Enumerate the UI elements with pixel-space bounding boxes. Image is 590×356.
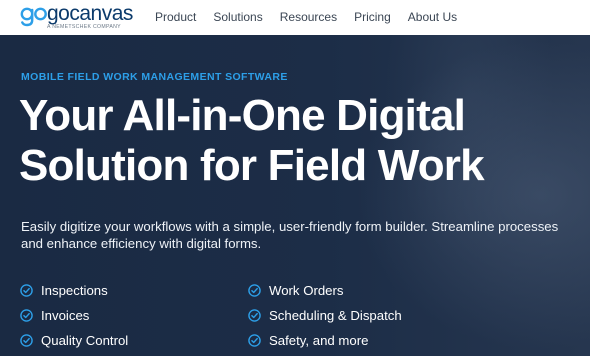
hero-kicker: MOBILE FIELD WORK MANAGEMENT SOFTWARE <box>21 71 288 83</box>
hero-description: Easily digitize your workflows with a si… <box>21 219 559 251</box>
nav-item-solutions[interactable]: Solutions <box>213 10 262 24</box>
hero-section: MOBILE FIELD WORK MANAGEMENT SOFTWARE Yo… <box>0 35 590 356</box>
check-circle-icon <box>20 309 33 322</box>
gocanvas-logo[interactable]: gocanvas A NEMETSCHEK COMPANY <box>20 2 133 31</box>
logo-tagline: A NEMETSCHEK COMPANY <box>47 24 121 30</box>
nav-item-product[interactable]: Product <box>155 10 196 24</box>
check-circle-icon <box>20 284 33 297</box>
go-logo-mark-icon <box>20 7 47 27</box>
feature-item-invoices: Invoices <box>20 308 89 323</box>
check-circle-icon <box>248 309 261 322</box>
top-navigation: gocanvas A NEMETSCHEK COMPANY Product So… <box>0 0 590 35</box>
check-circle-icon <box>248 334 261 347</box>
logo-wordmark: gocanvas <box>47 2 133 25</box>
check-circle-icon <box>20 334 33 347</box>
main-menu: Product Solutions Resources Pricing Abou… <box>155 10 474 24</box>
feature-label: Safety, and more <box>269 333 369 348</box>
feature-label: Scheduling & Dispatch <box>269 308 402 323</box>
check-circle-icon <box>248 284 261 297</box>
feature-label: Invoices <box>41 308 90 323</box>
feature-item-safety: Safety, and more <box>248 333 368 348</box>
feature-item-quality-control: Quality Control <box>20 333 128 348</box>
nav-item-pricing[interactable]: Pricing <box>354 10 391 24</box>
feature-item-inspections: Inspections <box>20 283 108 298</box>
hero-headline-line-2: Solution for Field Work <box>19 141 485 190</box>
hero-headline-line-1: Your All-in-One Digital <box>19 91 466 140</box>
hero-headline: Your All-in-One Digital Solution for Fie… <box>19 91 579 191</box>
nav-item-about-us[interactable]: About Us <box>408 10 457 24</box>
feature-label: Quality Control <box>41 333 129 348</box>
feature-label: Inspections <box>41 283 108 298</box>
feature-label: Work Orders <box>269 283 344 298</box>
feature-item-scheduling-dispatch: Scheduling & Dispatch <box>248 308 402 323</box>
nav-item-resources[interactable]: Resources <box>280 10 337 24</box>
feature-item-work-orders: Work Orders <box>248 283 344 298</box>
